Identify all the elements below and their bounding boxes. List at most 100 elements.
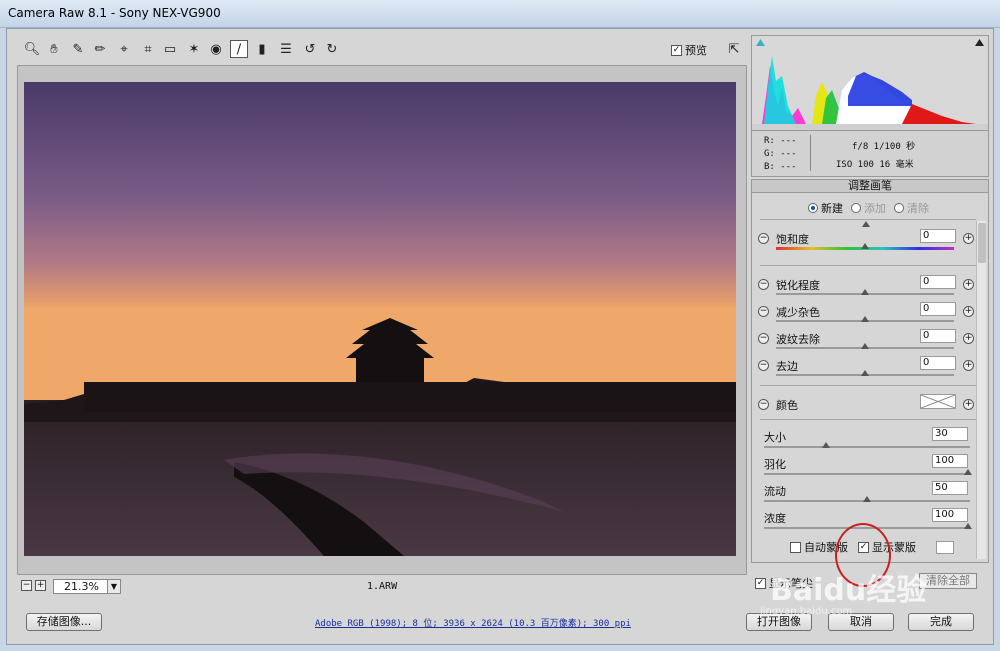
slider-thumb[interactable] [861, 289, 869, 295]
exif-aperture-shutter: f/8 1/100 秒 [852, 142, 916, 152]
slider-thumb[interactable] [861, 343, 869, 349]
mode-erase-label: 清除 [907, 202, 929, 215]
workflow-options-link[interactable]: Adobe RGB (1998); 8 位; 3936 x 2624 (10.3… [315, 616, 631, 629]
red-eye-icon[interactable]: ◉ [207, 40, 225, 58]
scrollbar-thumb[interactable] [978, 223, 986, 263]
preview-status-bar: − + 21.3% ▼ 1.ARW [17, 577, 747, 597]
photo-preview[interactable] [24, 82, 736, 556]
radio-off-icon[interactable] [851, 203, 861, 213]
plus-icon[interactable]: + [963, 306, 974, 317]
saturation-value[interactable]: 0 [920, 229, 956, 243]
adjustment-brush-icon[interactable]: ∕ [230, 40, 248, 58]
zoom-in-button[interactable]: + [35, 580, 46, 591]
preview-checkbox[interactable]: ✓ 预览 [671, 42, 707, 58]
color-row: − 颜色 + [758, 393, 974, 419]
mode-add-label: 添加 [864, 202, 886, 215]
chevron-down-icon[interactable]: ▼ [107, 580, 120, 593]
sharpness-value[interactable]: 0 [920, 275, 956, 289]
brush-flow-value[interactable]: 50 [932, 481, 968, 495]
zoom-select[interactable]: 21.3% ▼ [53, 579, 121, 594]
brush-feather-track[interactable] [764, 473, 970, 475]
divider [760, 419, 976, 420]
rotate-right-icon[interactable]: ↻ [323, 40, 341, 58]
slider-thumb[interactable] [861, 370, 869, 376]
brush-size-track[interactable] [764, 446, 970, 448]
brush-feather-value[interactable]: 100 [932, 454, 968, 468]
plus-icon[interactable]: + [963, 399, 974, 410]
radio-off-icon[interactable] [894, 203, 904, 213]
brush-feather-row: 羽化 100 [764, 454, 972, 480]
defringe-slider-row: − 去边 0 + [758, 354, 974, 380]
brush-size-row: 大小 30 [764, 427, 970, 453]
mode-add-radio[interactable]: 添加 [851, 200, 886, 216]
defringe-value[interactable]: 0 [920, 356, 956, 370]
crop-icon[interactable]: ⌗ [139, 40, 157, 58]
color-sampler-icon[interactable]: ✏ [91, 40, 109, 58]
target-adjust-icon[interactable]: ⌖ [115, 40, 133, 58]
rotate-left-icon[interactable]: ↺ [301, 40, 319, 58]
noise-reduction-label: 减少杂色 [776, 306, 820, 319]
moire-reduction-value[interactable]: 0 [920, 329, 956, 343]
divider [760, 219, 976, 220]
fullscreen-icon[interactable]: ⇱ [725, 40, 743, 58]
zoom-tool-icon[interactable]: 🔍︎ [23, 40, 41, 58]
slider-thumb[interactable] [822, 442, 830, 448]
mode-new-radio[interactable]: 新建 [808, 200, 843, 216]
image-preview-area[interactable] [17, 65, 747, 575]
slider-thumb[interactable] [863, 496, 871, 502]
minus-icon[interactable]: − [758, 360, 769, 371]
minus-icon[interactable]: − [758, 333, 769, 344]
slider-thumb[interactable] [964, 469, 972, 475]
slider-thumb[interactable] [861, 316, 869, 322]
saturation-label: 饱和度 [776, 233, 809, 246]
color-swatch[interactable] [920, 394, 956, 409]
noise-reduction-value[interactable]: 0 [920, 302, 956, 316]
title-bar: Camera Raw 8.1 - Sony NEX-VG900 [0, 0, 1000, 28]
saturation-slider-row: − 饱和度 0 + [758, 227, 974, 253]
done-button[interactable]: 完成 [908, 613, 974, 631]
clear-all-button[interactable]: 清除全部 [919, 573, 977, 589]
panel-scrollbar[interactable] [976, 221, 986, 559]
mode-erase-radio[interactable]: 清除 [894, 200, 929, 216]
minus-icon[interactable]: − [758, 233, 769, 244]
radial-filter-icon[interactable]: ☰ [277, 40, 295, 58]
brush-flow-row: 流动 50 [764, 481, 970, 507]
hand-tool-icon[interactable]: ✋︎ [45, 40, 63, 58]
minus-icon[interactable]: − [758, 306, 769, 317]
panel-title: 调整画笔 [751, 179, 989, 193]
plus-icon[interactable]: + [963, 333, 974, 344]
pixel-info: R: --- G: --- B: --- f/8 1/100 秒 ISO 100… [751, 131, 989, 177]
window-title: Camera Raw 8.1 - Sony NEX-VG900 [8, 6, 221, 20]
white-balance-icon[interactable]: ✎ [69, 40, 87, 58]
straighten-icon[interactable]: ▭ [161, 40, 179, 58]
brush-size-value[interactable]: 30 [932, 427, 968, 441]
noise-reduction-slider-row: − 减少杂色 0 + [758, 300, 974, 326]
g-readout: G: --- [764, 149, 797, 159]
zoom-out-button[interactable]: − [21, 580, 32, 591]
spot-removal-icon[interactable]: ✶ [185, 40, 203, 58]
sharpness-label: 锐化程度 [776, 279, 820, 292]
preview-checkbox-box[interactable]: ✓ [671, 44, 682, 56]
plus-icon[interactable]: + [963, 233, 974, 244]
plus-icon[interactable]: + [963, 360, 974, 371]
mode-new-label: 新建 [821, 202, 843, 215]
show-pins-box[interactable]: ✓ [755, 577, 766, 589]
b-readout: B: --- [764, 162, 797, 172]
brush-flow-label: 流动 [764, 485, 786, 498]
minus-icon[interactable]: − [758, 399, 769, 410]
no-color-icon [920, 394, 956, 409]
mask-color-swatch[interactable] [936, 540, 954, 554]
minus-icon[interactable]: − [758, 279, 769, 290]
brush-density-value[interactable]: 100 [932, 508, 968, 522]
preview-label: 预览 [685, 44, 707, 57]
r-readout: R: --- [764, 136, 797, 146]
radio-on-icon[interactable] [808, 203, 818, 213]
zoom-value: 21.3% [64, 580, 99, 593]
slider-thumb[interactable] [861, 243, 869, 249]
slider-thumb[interactable] [964, 523, 972, 529]
graduated-filter-icon[interactable]: ▮ [253, 40, 271, 58]
toolbar: 🔍︎ ✋︎ ✎ ✏ ⌖ ⌗ ▭ ✶ ◉ ∕ ▮ ☰ ↺ ↻ ✓ 预览 ⇱ [19, 37, 747, 63]
save-image-button[interactable]: 存储图像... [26, 613, 102, 631]
auto-mask-box[interactable] [790, 541, 801, 553]
plus-icon[interactable]: + [963, 279, 974, 290]
